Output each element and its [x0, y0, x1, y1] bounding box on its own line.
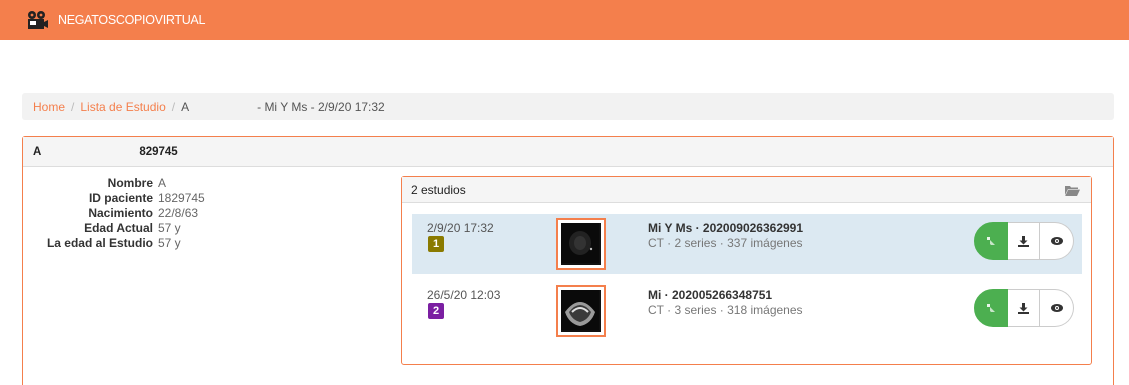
download-icon	[1018, 235, 1029, 247]
ct-preview-image	[561, 223, 601, 265]
study-thumbnail[interactable]	[556, 218, 606, 270]
study-row[interactable]: 2/9/20 17:32 1 Mi Y Ms · 202009026362991…	[412, 214, 1082, 274]
info-row-patient-id: ID paciente 1829745	[23, 191, 403, 205]
study-description: Mi · 202005266348751	[648, 288, 773, 302]
download-icon	[1018, 302, 1029, 314]
studies-panel-header: 2 estudios	[402, 177, 1091, 203]
info-label: Nacimiento	[88, 206, 153, 220]
info-label: Edad Actual	[84, 221, 153, 235]
patient-name-header: A	[33, 145, 42, 158]
study-row[interactable]: 26/5/20 12:03 2 Mi · 202005266348751 CT …	[412, 281, 1082, 341]
study-date: 26/5/20 12:03	[427, 288, 501, 302]
study-date: 2/9/20 17:32	[427, 221, 494, 235]
patient-id-header: 829745	[139, 145, 178, 158]
film-projector-icon[interactable]	[26, 10, 48, 30]
info-row-study-age: La edad al Estudio 57 y	[23, 236, 403, 250]
download-study-button[interactable]	[1008, 222, 1040, 260]
preview-study-button[interactable]	[1040, 222, 1074, 260]
eye-icon	[1050, 237, 1063, 245]
study-actions	[974, 289, 1074, 327]
info-value: 57 y	[158, 236, 181, 250]
info-row-birth: Nacimiento 22/8/63	[23, 206, 403, 220]
viewer-icon	[987, 237, 995, 245]
studies-panel: 2 estudios 2/9/20 17:32 1 Mi Y Ms · 2020…	[401, 176, 1092, 365]
info-value: A	[158, 176, 167, 190]
study-index-badge: 2	[428, 303, 444, 319]
breadcrumb-current: A	[181, 99, 190, 114]
info-row-name: Nombre A	[23, 176, 403, 190]
breadcrumb-home-link[interactable]: Home	[33, 100, 65, 114]
studies-count: 2 estudios	[411, 182, 466, 197]
info-value: 1829745	[158, 191, 205, 205]
breadcrumb-study-list-link[interactable]: Lista de Estudio	[80, 100, 165, 114]
top-navbar: NEGATOSCOPIOVIRTUAL	[0, 0, 1129, 40]
study-description: Mi Y Ms · 202009026362991	[648, 221, 804, 235]
study-meta: CT · 2 series · 337 imágenes	[648, 236, 803, 250]
info-label: ID paciente	[88, 191, 153, 205]
app-title[interactable]: NEGATOSCOPIOVIRTUAL	[58, 13, 205, 27]
viewer-icon	[987, 304, 995, 312]
breadcrumb-study-info: - Mi Y Ms - 2/9/20 17:32	[257, 99, 385, 114]
info-label: La edad al Estudio	[46, 236, 153, 250]
download-study-button[interactable]	[1008, 289, 1040, 327]
patient-panel-header: A 829745	[23, 137, 1113, 167]
preview-study-button[interactable]	[1040, 289, 1074, 327]
breadcrumb: Home / Lista de Estudio / A - Mi Y Ms - …	[22, 93, 1114, 120]
info-row-current-age: Edad Actual 57 y	[23, 221, 403, 235]
study-meta: CT · 3 series · 318 imágenes	[648, 303, 803, 317]
info-value: 22/8/63	[158, 206, 199, 220]
patient-info: Nombre A ID paciente 1829745 Nacimiento …	[23, 176, 403, 251]
folder-open-icon[interactable]	[1065, 185, 1080, 196]
study-actions	[974, 222, 1074, 260]
info-label: Nombre	[107, 176, 153, 190]
study-index-badge: 1	[428, 236, 444, 252]
ct-preview-image	[561, 290, 601, 332]
view-study-button[interactable]	[974, 222, 1008, 260]
breadcrumb-separator: /	[71, 99, 75, 114]
info-value: 57 y	[158, 221, 181, 235]
view-study-button[interactable]	[974, 289, 1008, 327]
study-thumbnail[interactable]	[556, 285, 606, 337]
eye-icon	[1050, 304, 1063, 312]
breadcrumb-separator: /	[171, 99, 176, 114]
patient-panel: A 829745 Nombre A ID paciente 1829745 Na…	[22, 136, 1114, 385]
